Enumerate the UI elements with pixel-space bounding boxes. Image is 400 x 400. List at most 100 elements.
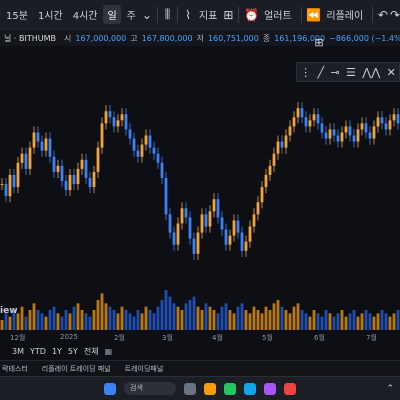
layout-icon[interactable]: ⊞ [308, 36, 330, 52]
candle-body [348, 126, 352, 136]
range-ytd[interactable]: YTD [30, 347, 46, 356]
candle-body [160, 162, 164, 178]
drag-handle-icon[interactable]: ⋮ [300, 66, 311, 79]
candle-body [32, 132, 36, 148]
x-tick-label: 5월 [262, 334, 273, 342]
volume-bar [368, 313, 372, 330]
interval-15m[interactable]: 15분 [2, 5, 32, 24]
candle-body [172, 232, 176, 245]
candle-body [332, 129, 336, 136]
alert-button[interactable]: 얼러트 [260, 5, 296, 24]
replay-button[interactable]: 리플레이 [322, 5, 367, 24]
candle-body [344, 126, 348, 133]
edge-icon[interactable] [244, 382, 256, 395]
divider [372, 6, 373, 23]
layout-grid-icon[interactable]: ⊞ [223, 8, 233, 22]
interval-1w[interactable]: 주 [123, 5, 140, 24]
volume-bar [364, 310, 368, 330]
system-tray[interactable]: ⌃ [386, 384, 394, 394]
tradingview-watermark: iew [0, 306, 18, 316]
indicator-icon[interactable]: ⌇ [183, 8, 193, 22]
volume-bar [316, 313, 320, 330]
tab-strategy-tester[interactable]: 략테스터 [2, 364, 28, 374]
candle-body [308, 120, 312, 127]
divider [238, 6, 240, 23]
interval-1d[interactable]: 일 [103, 5, 121, 24]
candle-body [280, 141, 284, 148]
candle-body [248, 226, 252, 242]
candlestick-icon[interactable]: ⫼ [163, 7, 173, 22]
candle-body [108, 111, 112, 118]
indicator-button[interactable]: 지표 [195, 5, 221, 24]
candle-body [156, 153, 160, 163]
volume-bar [164, 290, 168, 330]
volume-bar [32, 303, 36, 330]
range-all[interactable]: 전체 [84, 346, 99, 357]
candle-body [20, 153, 24, 163]
volume-bar [176, 306, 180, 330]
volume-bar [52, 306, 56, 330]
candle-body [264, 174, 268, 188]
pattern-icon[interactable]: ⋀⋀ [362, 66, 380, 79]
chevron-down-icon[interactable]: ⌄ [142, 8, 152, 22]
task-view-icon[interactable] [184, 382, 196, 395]
redo-icon[interactable]: ↷ [390, 8, 400, 22]
candle-body [92, 171, 96, 188]
calendar-icon[interactable]: ▦ [105, 347, 113, 356]
candle-body [284, 135, 288, 148]
volume-bar [88, 316, 92, 330]
range-selector: 3M YTD 1Y 5Y 전체 ▦ [0, 344, 400, 358]
volume-bar [340, 310, 344, 330]
volume-bar [120, 306, 124, 330]
chrome-icon[interactable] [224, 382, 236, 395]
low-label: 저 [196, 33, 204, 43]
candle-body [220, 217, 224, 230]
range-5y[interactable]: 5Y [68, 347, 78, 356]
volume-bar [124, 310, 128, 330]
x-tick-label: 4월 [212, 334, 223, 342]
divider [177, 6, 179, 23]
x-tick-label: 2월 [114, 334, 125, 342]
divider [300, 6, 302, 23]
range-1y[interactable]: 1Y [52, 347, 62, 356]
close-icon[interactable]: ✕ [387, 66, 396, 79]
low-value: 160,751,000 [207, 33, 259, 43]
undo-icon[interactable]: ↶ [378, 8, 388, 22]
candle-body [0, 184, 4, 186]
horizontal-line-icon[interactable]: ⊸ [330, 66, 339, 79]
candle-body [360, 123, 364, 130]
candle-body [396, 114, 400, 124]
candle-body [120, 114, 124, 121]
store-icon[interactable] [264, 382, 276, 395]
alarm-icon[interactable]: ⏰ [244, 8, 259, 22]
trend-line-icon[interactable]: ╱ [317, 66, 324, 79]
open-label: 시 [64, 33, 72, 43]
file-explorer-icon[interactable] [204, 382, 216, 395]
volume-bar [208, 306, 212, 330]
interval-1h[interactable]: 1시간 [34, 5, 67, 24]
replay-icon[interactable]: ⏪ [306, 8, 321, 22]
volume-bar [360, 313, 364, 330]
volume-bar [136, 310, 140, 330]
tab-trading-panel[interactable]: 트레이딩패널 [125, 364, 164, 374]
volume-bar [372, 316, 376, 330]
volume-bar [108, 306, 112, 330]
range-3m[interactable]: 3M [12, 347, 24, 356]
candle-body [96, 147, 100, 172]
tab-replay-trading[interactable]: 리플레이 트레이딩 패널 [42, 364, 111, 374]
candle-body [200, 214, 204, 233]
windows-start-icon[interactable] [104, 382, 116, 395]
fib-icon[interactable]: ☰ [346, 66, 356, 79]
price-chart[interactable] [0, 82, 400, 332]
interval-4h[interactable]: 4시간 [69, 5, 102, 24]
volume-bar [148, 310, 152, 330]
volume-bar [396, 310, 400, 330]
x-axis: 12월 2025 2월 3월 4월 5월 6월 7월 [0, 332, 400, 344]
volume-bar [160, 300, 164, 330]
taskbar-search[interactable]: 검색 [124, 382, 176, 395]
volume-bar [132, 316, 136, 330]
candle-body [292, 117, 296, 127]
candle-body [228, 235, 232, 245]
app-icon[interactable] [284, 382, 296, 395]
volume-bar [264, 306, 268, 330]
